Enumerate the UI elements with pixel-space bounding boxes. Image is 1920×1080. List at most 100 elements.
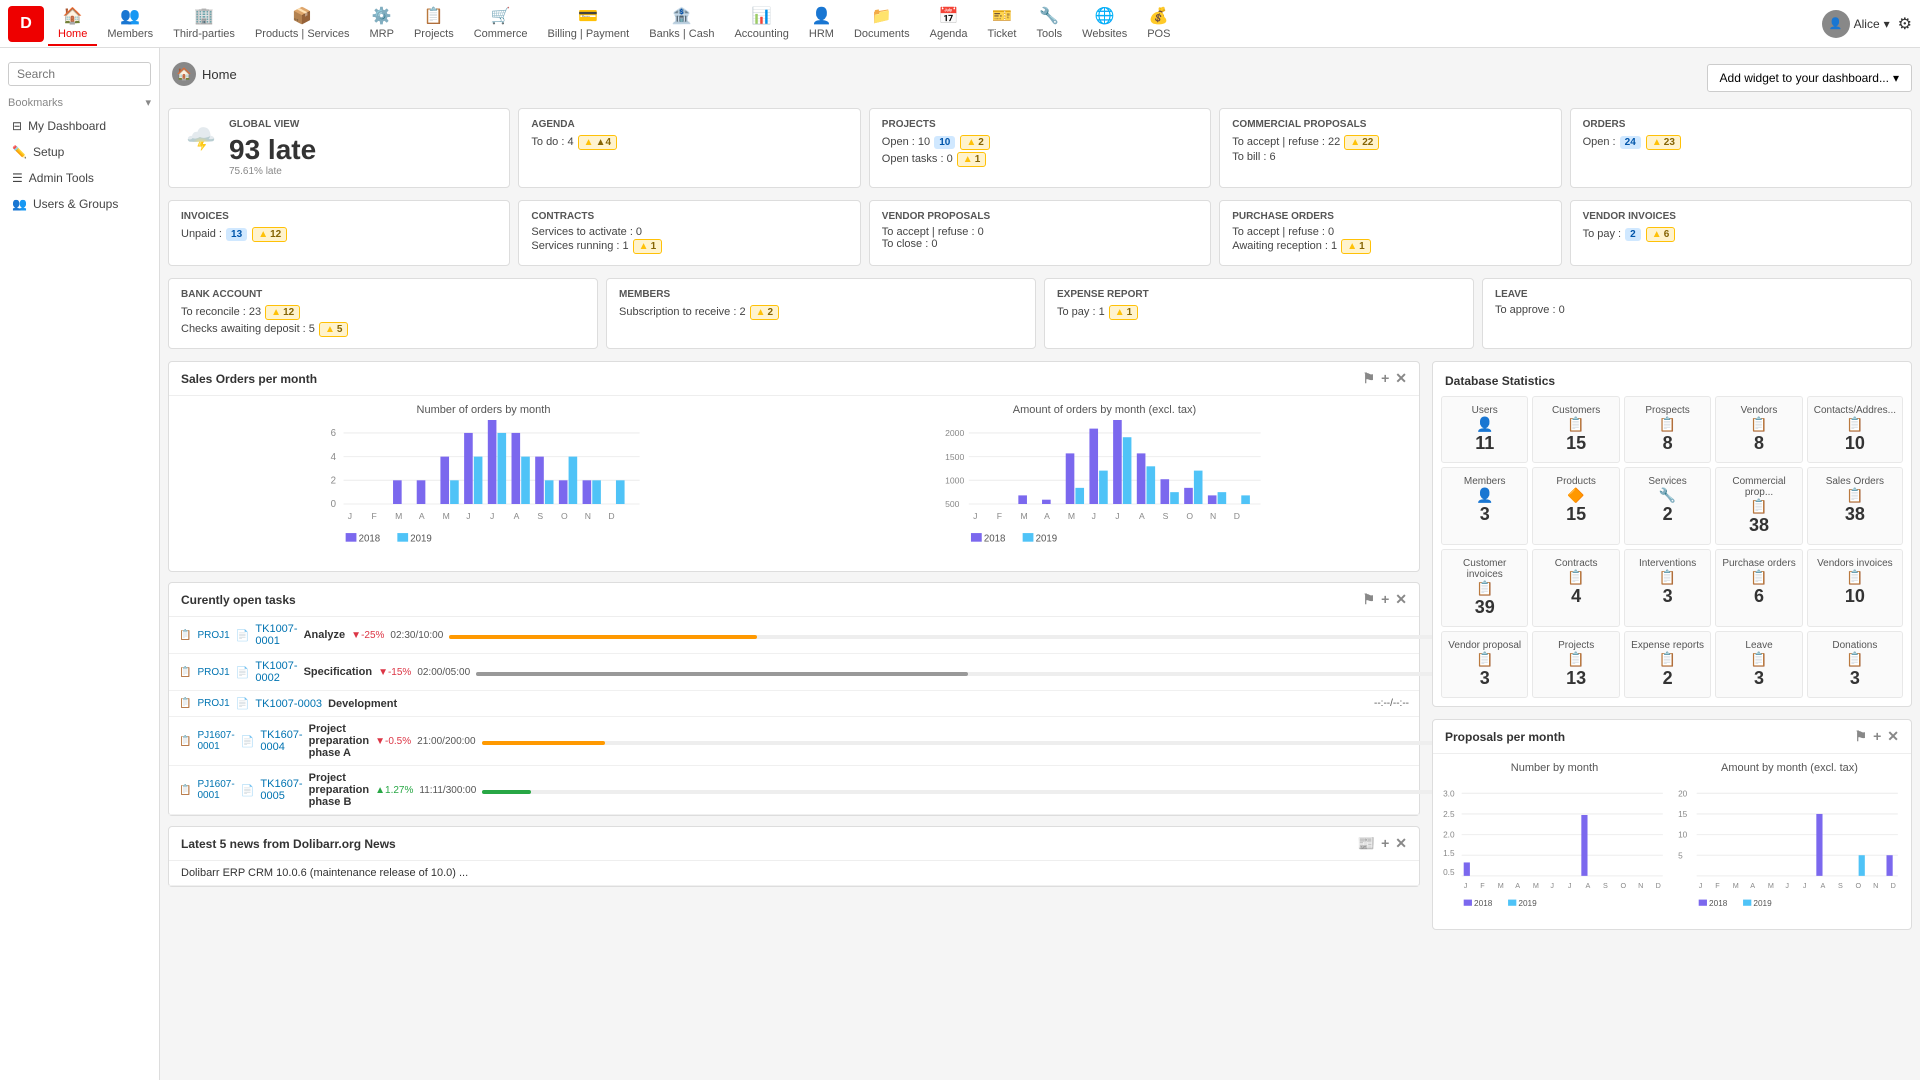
close-proposals-icon[interactable]: ✕ [1887,728,1899,745]
svg-text:1000: 1000 [945,476,964,486]
card-vendor-proposals[interactable]: VENDOR PROPOSALS To accept | refuse : 0 … [869,200,1211,266]
close-tasks-icon[interactable]: ✕ [1395,591,1407,608]
nav-third-parties[interactable]: 🏢 Third-parties [163,2,245,46]
news-item[interactable]: Dolibarr ERP CRM 10.0.6 (maintenance rel… [169,861,1419,886]
close-chart-icon[interactable]: ✕ [1395,370,1407,387]
logo[interactable]: D [8,6,44,42]
projects-open-tasks-text: Open tasks : 0 [882,153,953,165]
table-row[interactable]: 📋 PROJ1 📄 TK1007-0003 Development --:--/… [169,691,1419,717]
nav-websites[interactable]: 🌐 Websites [1072,2,1137,46]
cards-row-3: BANK ACCOUNT To reconcile : 23 ▲12 Check… [168,278,1912,349]
svg-text:F: F [1715,881,1720,890]
svg-text:1.5: 1.5 [1443,849,1455,858]
add-widget-button[interactable]: Add widget to your dashboard... ▾ [1707,64,1912,92]
filter-icon[interactable]: ⚑ [1363,370,1376,387]
topbar: 🏠 Home Add widget to your dashboard... ▾ [168,56,1912,100]
card-orders[interactable]: ORDERS Open : 24 ▲23 [1570,108,1912,188]
card-vendor-invoices[interactable]: VENDOR INVOICES To pay : 2 ▲6 [1570,200,1912,266]
nav-accounting[interactable]: 📊 Accounting [724,2,798,46]
db-stat-cell[interactable]: Vendor proposal 📋 3 [1441,631,1528,698]
svg-text:O: O [561,511,568,521]
er-badge: ▲1 [1109,305,1138,320]
nav-ticket[interactable]: 🎫 Ticket [978,2,1027,46]
nav-agenda[interactable]: 📅 Agenda [920,2,978,46]
nav-products[interactable]: 📦 Products | Services [245,2,360,46]
chart-header: Sales Orders per month ⚑ + ✕ [169,362,1419,396]
card-bank-account[interactable]: BANK ACCOUNT To reconcile : 23 ▲12 Check… [168,278,598,349]
settings-icon[interactable]: ⚙ [1898,14,1912,34]
card-agenda[interactable]: AGENDA To do : 4 ▲▲4 [518,108,860,188]
sidebar-item-users-groups[interactable]: 👥 Users & Groups [0,191,159,217]
bookmarks-section[interactable]: Bookmarks ▾ [0,92,159,113]
nav-hrm[interactable]: 👤 HRM [799,2,844,46]
db-stat-cell[interactable]: Vendors invoices 📋 10 [1807,549,1903,627]
card-projects[interactable]: PROJECTS Open : 10 10 ▲2 Open tasks : 0 … [869,108,1211,188]
sidebar-item-admin-tools[interactable]: ☰ Admin Tools [0,165,159,191]
table-row[interactable]: 📋 PROJ1 📄 TK1007-0001 Analyze ▼-25% 02:3… [169,617,1419,654]
db-stat-cell[interactable]: Contacts/Addres... 📋 10 [1807,396,1903,463]
nav-projects[interactable]: 📋 Projects [404,2,464,46]
db-stat-cell[interactable]: Interventions 📋 3 [1624,549,1711,627]
card-members[interactable]: MEMBERS Subscription to receive : 2 ▲2 [606,278,1036,349]
db-stat-cell[interactable]: Projects 📋 13 [1532,631,1619,698]
nav-billing[interactable]: 💳 Billing | Payment [538,2,640,46]
svg-text:J: J [1464,881,1468,890]
db-stat-cell[interactable]: Prospects 📋 8 [1624,396,1711,463]
add-proposals-icon[interactable]: + [1873,728,1881,745]
global-view-title: GLOBAL VIEW [229,119,316,130]
nav-commerce[interactable]: 🛒 Commerce [464,2,538,46]
svg-text:M: M [1498,881,1504,890]
nav-documents[interactable]: 📁 Documents [844,2,920,46]
er-pay-text: To pay : 1 [1057,306,1105,318]
card-leave[interactable]: LEAVE To approve : 0 [1482,278,1912,349]
table-row[interactable]: 📋 PROJ1 📄 TK1007-0002 Specification ▼-15… [169,654,1419,691]
cp-bill: To bill : 6 [1232,151,1548,163]
db-stat-cell[interactable]: Members 👤 3 [1441,467,1528,545]
db-stat-cell[interactable]: Commercial prop... 📋 38 [1715,467,1802,545]
db-stat-cell[interactable]: Donations 📋 3 [1807,631,1903,698]
svg-text:A: A [1515,881,1520,890]
add-chart-icon[interactable]: + [1381,370,1389,387]
nav-tools[interactable]: 🔧 Tools [1026,2,1072,46]
table-row[interactable]: 📋 PJ1607-0001 📄 TK1607-0005 Project prep… [169,766,1419,815]
table-row[interactable]: 📋 PJ1607-0001 📄 TK1607-0004 Project prep… [169,717,1419,766]
add-tasks-icon[interactable]: + [1381,591,1389,608]
db-stat-cell[interactable]: Products 🔶 15 [1532,467,1619,545]
user-menu[interactable]: 👤 Alice ▾ [1822,10,1890,38]
filter-tasks-icon[interactable]: ⚑ [1363,591,1376,608]
nav-pos[interactable]: 💰 POS [1137,2,1180,46]
db-stat-cell[interactable]: Customers 📋 15 [1532,396,1619,463]
sidebar-item-setup[interactable]: ✏️ Setup [0,139,159,165]
card-global-view[interactable]: 🌩️ GLOBAL VIEW 93 late 75.61% late [168,108,510,188]
nav-home[interactable]: 🏠 Home [48,2,97,46]
search-input[interactable] [8,62,151,86]
card-purchase-orders[interactable]: PURCHASE ORDERS To accept | refuse : 0 A… [1219,200,1561,266]
nav-mrp[interactable]: ⚙️ MRP [360,2,404,46]
db-stat-cell[interactable]: Leave 📋 3 [1715,631,1802,698]
ba-reconcile: To reconcile : 23 ▲12 [181,304,585,321]
vp-close: To close : 0 [882,238,1198,250]
db-stat-cell[interactable]: Expense reports 📋 2 [1624,631,1711,698]
home-breadcrumb-icon[interactable]: 🏠 [172,62,196,86]
db-stat-cell[interactable]: Users 👤 11 [1441,396,1528,463]
po-badge: ▲1 [1341,239,1370,254]
card-contracts[interactable]: CONTRACTS Services to activate : 0 Servi… [518,200,860,266]
svg-text:2018: 2018 [984,534,1006,545]
db-stat-cell[interactable]: Vendors 📋 8 [1715,396,1802,463]
leave-approve: To approve : 0 [1495,304,1565,316]
card-commercial-proposals[interactable]: COMMERCIAL PROPOSALS To accept | refuse … [1219,108,1561,188]
db-stat-cell[interactable]: Sales Orders 📋 38 [1807,467,1903,545]
db-stat-cell[interactable]: Purchase orders 📋 6 [1715,549,1802,627]
db-stat-cell[interactable]: Contracts 📋 4 [1532,549,1619,627]
close-news-icon[interactable]: ✕ [1395,835,1407,852]
card-expense-report[interactable]: EXPENSE REPORT To pay : 1 ▲1 [1044,278,1474,349]
filter-proposals-icon[interactable]: ⚑ [1855,728,1868,745]
nav-members[interactable]: 👥 Members [97,2,163,46]
sidebar-item-my-dashboard[interactable]: ⊟ My Dashboard [0,113,159,139]
add-news-icon[interactable]: + [1381,835,1389,852]
db-stat-cell[interactable]: Customer invoices 📋 39 [1441,549,1528,627]
db-stat-cell[interactable]: Services 🔧 2 [1624,467,1711,545]
card-invoices[interactable]: INVOICES Unpaid : 13 ▲12 [168,200,510,266]
nav-projects-label: Projects [414,28,454,40]
nav-banks[interactable]: 🏦 Banks | Cash [639,2,724,46]
